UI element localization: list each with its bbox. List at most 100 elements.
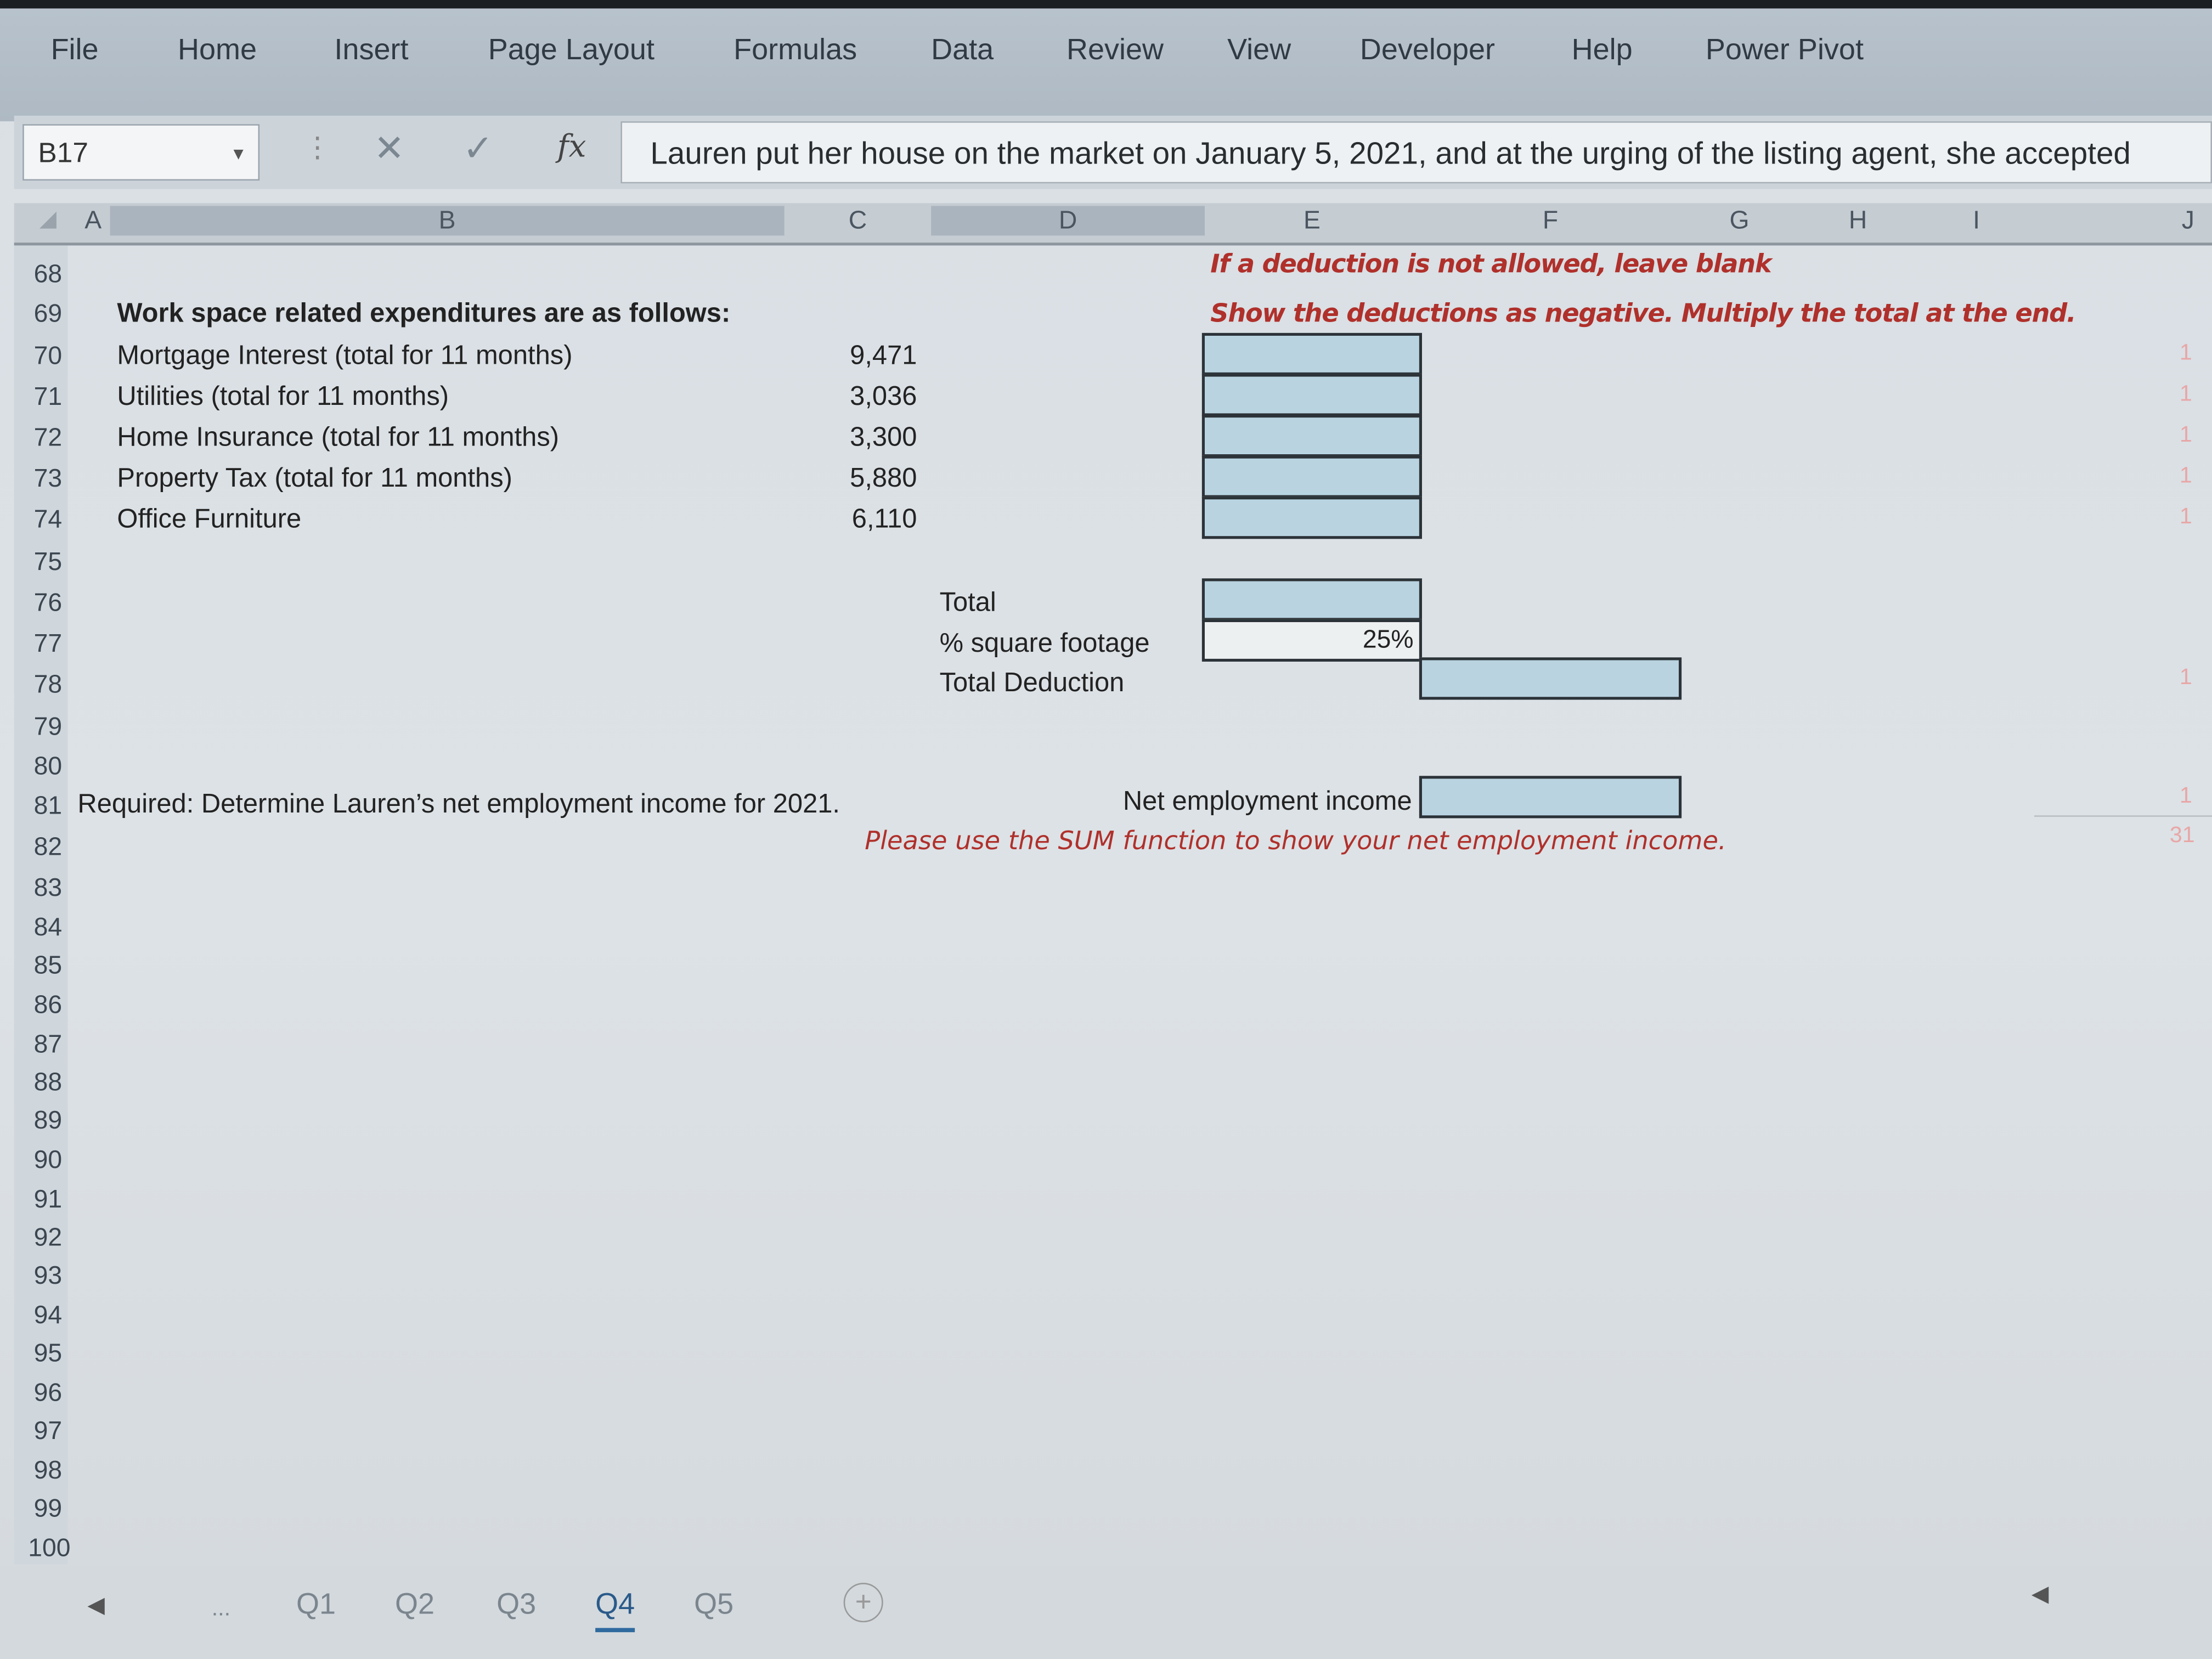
row-number[interactable]: 69: [20, 299, 63, 329]
expense-label: Home Insurance (total for 11 months): [117, 423, 560, 453]
tab-page-layout[interactable]: Page Layout: [488, 34, 654, 68]
deduction-input-property-tax[interactable]: [1201, 455, 1422, 498]
net-income-label: Net employment income: [1122, 787, 1412, 817]
column-D[interactable]: D: [931, 206, 1205, 236]
deduction-input-mortgage[interactable]: [1201, 332, 1422, 375]
row-number[interactable]: 85: [20, 951, 63, 980]
margin-digit: 31: [2169, 823, 2195, 848]
row-number[interactable]: 88: [20, 1068, 63, 1098]
total-deduction-input[interactable]: [1419, 657, 1682, 700]
tab-insert[interactable]: Insert: [334, 34, 408, 68]
note-leave-blank: If a deduction is not allowed, leave bla…: [1210, 250, 1771, 280]
row-number[interactable]: 89: [20, 1106, 63, 1136]
row-number[interactable]: 100: [20, 1533, 70, 1563]
column-F[interactable]: F: [1422, 206, 1679, 235]
tab-home[interactable]: Home: [178, 34, 257, 68]
expense-value: 3,300: [850, 423, 917, 453]
select-all-corner[interactable]: [40, 211, 57, 229]
tab-data[interactable]: Data: [931, 34, 994, 68]
row-number[interactable]: 71: [20, 382, 63, 412]
add-sheet-icon[interactable]: +: [843, 1583, 883, 1623]
tab-sheet-q5[interactable]: Q5: [694, 1588, 733, 1622]
row-number[interactable]: 77: [20, 629, 63, 659]
expense-label: Utilities (total for 11 months): [117, 382, 449, 412]
row-number[interactable]: 81: [20, 792, 63, 821]
total-input[interactable]: [1201, 578, 1422, 621]
deduction-input-utilities[interactable]: [1201, 374, 1422, 416]
row-number[interactable]: 94: [20, 1301, 63, 1330]
tab-review[interactable]: Review: [1066, 34, 1164, 68]
tab-sheet-q1[interactable]: Q1: [296, 1588, 336, 1622]
scroll-left-icon[interactable]: ◀: [87, 1592, 105, 1620]
expense-label: Property Tax (total for 11 months): [117, 464, 512, 494]
scroll-right-icon[interactable]: ◀: [2032, 1580, 2049, 1608]
formula-input[interactable]: Lauren put her house on the market on Ja…: [620, 121, 2212, 184]
spreadsheet-window: File Home Insert Page Layout Formulas Da…: [0, 0, 2212, 1659]
more-options-icon[interactable]: ⋮: [303, 130, 331, 165]
tab-developer[interactable]: Developer: [1360, 34, 1495, 68]
row-number[interactable]: 78: [20, 670, 63, 699]
row-number[interactable]: 75: [20, 548, 63, 577]
row-number[interactable]: 92: [20, 1223, 63, 1252]
tab-sheet-q3[interactable]: Q3: [496, 1588, 536, 1622]
row-number[interactable]: 84: [20, 913, 63, 943]
expenses-heading: Work space related expenditures are as f…: [117, 299, 731, 329]
expense-value: 5,880: [850, 464, 917, 494]
margin-line: [2034, 815, 2212, 817]
margin-digit: 1: [2179, 505, 2192, 529]
tab-formulas[interactable]: Formulas: [733, 34, 857, 68]
column-E[interactable]: E: [1205, 206, 1419, 235]
expense-value: 3,036: [850, 382, 917, 412]
column-C[interactable]: C: [787, 206, 928, 235]
more-sheets-icon[interactable]: ...: [212, 1597, 230, 1622]
sqft-value[interactable]: 25%: [1201, 619, 1422, 662]
insert-function-icon[interactable]: fx: [557, 130, 586, 165]
row-number[interactable]: 97: [20, 1417, 63, 1446]
tab-view[interactable]: View: [1227, 34, 1291, 68]
net-income-input[interactable]: [1419, 776, 1682, 819]
name-box[interactable]: B17 ▼: [22, 124, 260, 182]
row-number[interactable]: 83: [20, 873, 63, 903]
tab-help[interactable]: Help: [1572, 34, 1633, 68]
row-number[interactable]: 95: [20, 1339, 63, 1368]
row-number[interactable]: 90: [20, 1146, 63, 1175]
tab-file[interactable]: File: [51, 34, 99, 68]
row-number[interactable]: 72: [20, 423, 63, 453]
row-number[interactable]: 68: [20, 259, 63, 289]
tab-power-pivot[interactable]: Power Pivot: [1706, 34, 1864, 68]
chevron-down-icon[interactable]: ▼: [230, 126, 247, 182]
tab-sheet-q2[interactable]: Q2: [395, 1588, 435, 1622]
row-number[interactable]: 87: [20, 1030, 63, 1059]
margin-digit: 1: [2179, 382, 2192, 407]
row-number[interactable]: 73: [20, 464, 63, 494]
row-number[interactable]: 93: [20, 1261, 63, 1291]
column-H[interactable]: H: [1800, 206, 1916, 235]
row-number[interactable]: 91: [20, 1185, 63, 1215]
ribbon-tabs: File Home Insert Page Layout Formulas Da…: [0, 0, 2212, 122]
row-number[interactable]: 76: [20, 588, 63, 618]
check-icon[interactable]: ✓: [462, 127, 493, 171]
row-number[interactable]: 82: [20, 832, 63, 862]
required-text: Required: Determine Lauren’s net employm…: [77, 790, 840, 820]
column-I[interactable]: I: [1918, 206, 2034, 235]
row-number[interactable]: 98: [20, 1456, 63, 1486]
deduction-input-insurance[interactable]: [1201, 415, 1422, 458]
row-number[interactable]: 70: [20, 341, 63, 371]
column-A[interactable]: A: [76, 206, 110, 235]
column-B[interactable]: B: [110, 206, 785, 236]
expense-value: 6,110: [851, 505, 917, 535]
row-number[interactable]: 79: [20, 713, 63, 742]
row-number[interactable]: 96: [20, 1378, 63, 1408]
column-G[interactable]: G: [1681, 206, 1797, 235]
tab-sheet-q4[interactable]: Q4: [595, 1588, 635, 1633]
row-number[interactable]: 86: [20, 990, 63, 1020]
cancel-icon[interactable]: ✕: [374, 127, 404, 171]
row-number[interactable]: 74: [20, 505, 63, 535]
column-J[interactable]: J: [2130, 206, 2212, 235]
row-number[interactable]: 80: [20, 752, 63, 782]
row-number[interactable]: 99: [20, 1494, 63, 1523]
expense-label: Office Furniture: [117, 505, 302, 535]
margin-digit: 1: [2179, 464, 2192, 488]
deduction-input-furniture[interactable]: [1201, 496, 1422, 539]
expense-value: 9,471: [850, 341, 917, 371]
